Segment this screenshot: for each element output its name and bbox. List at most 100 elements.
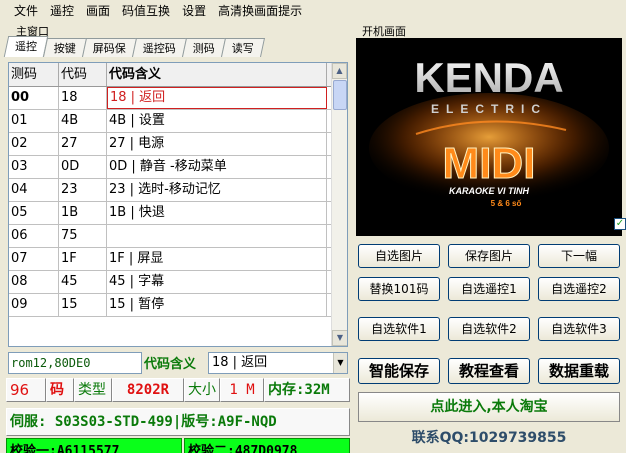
cell-code: 15 (59, 294, 107, 316)
size-label: 大小 (184, 378, 220, 402)
menu-screen[interactable]: 画面 (80, 0, 116, 22)
table-row[interactable]: 09 15 15 | 暂停 (9, 294, 347, 317)
checksum-one: 校验一:A6115577 (6, 438, 182, 453)
code-count-label: 码 (46, 378, 74, 402)
tab-remote-code[interactable]: 遥控码 (131, 38, 188, 57)
max-space-label: 最大空间 26589 (492, 220, 575, 233)
table-row[interactable]: 00 18 18 | 返回 (9, 87, 347, 110)
chevron-down-icon[interactable]: ▼ (333, 353, 347, 373)
svg-text:ELECTRIC: ELECTRIC (431, 102, 547, 116)
menu-hd-screen-tips[interactable]: 高清换画面提示 (212, 0, 308, 22)
cell-code: 4B (59, 110, 107, 132)
table-row[interactable]: 02 27 27 | 电源 (9, 133, 347, 156)
type-label: 类型 (74, 378, 112, 402)
cell-code: 18 (59, 87, 107, 109)
custom-remote-1-button[interactable]: 自选遥控1 (448, 277, 530, 301)
table-row[interactable]: 03 0D 0D | 静音 -移动菜单 (9, 156, 347, 179)
contact-qq: 联系QQ:1029739855 (411, 430, 567, 446)
cell-test-code: 04 (9, 179, 59, 201)
cell-test-code: 05 (9, 202, 59, 224)
tab-screensaver[interactable]: 屏码保 (81, 38, 138, 57)
cell-meaning[interactable] (107, 225, 327, 247)
cell-code: 75 (59, 225, 107, 247)
reload-data-button[interactable]: 数据重载 (538, 358, 620, 384)
svg-text:MIDI: MIDI (443, 139, 536, 188)
main-window-pane: 主窗口 遥控 按键 屏码保 遥控码 测码 读写 测码 代码 代码含义 00 18… (0, 22, 352, 453)
custom-remote-2-button[interactable]: 自选遥控2 (538, 277, 620, 301)
header-test-code[interactable]: 测码 (9, 63, 59, 86)
tab-keys[interactable]: 按键 (42, 38, 88, 57)
cell-meaning[interactable]: 15 | 暂停 (107, 294, 327, 316)
custom-software-3-button[interactable]: 自选软件3 (538, 317, 620, 341)
menu-file[interactable]: 文件 (8, 0, 44, 22)
table-row[interactable]: 07 1F 1F | 屏显 (9, 248, 347, 271)
rom-field[interactable]: rom12,80DE0 (8, 352, 142, 374)
menu-remote[interactable]: 遥控 (44, 0, 80, 22)
cell-meaning[interactable]: 45 | 字幕 (107, 271, 327, 293)
grid-header: 测码 代码 代码含义 (9, 63, 347, 87)
cell-test-code: 00 (9, 87, 59, 109)
code-grid[interactable]: 测码 代码 代码含义 00 18 18 | 返回 01 4B 4B | 设置 0… (8, 62, 348, 347)
menu-code-convert[interactable]: 码值互换 (116, 0, 176, 22)
cell-code: 1B (59, 202, 107, 224)
svg-text:5 & 6 số: 5 & 6 số (491, 199, 522, 208)
size-value: 1 M (220, 378, 264, 402)
code-meaning-value: 18 | 返回 (212, 355, 268, 370)
scroll-thumb[interactable] (333, 80, 347, 110)
tab-read-write[interactable]: 读写 (220, 38, 266, 57)
cell-meaning[interactable]: 27 | 电源 (107, 133, 327, 155)
startup-screen-pane: 开机画面 KENDA ELECTRIC MIDI KARAOKE VI TINH (352, 22, 626, 453)
cell-test-code: 01 (9, 110, 59, 132)
save-image-button[interactable]: 保存图片 (448, 244, 530, 268)
chip-info-row: 96 码 类型 8202R 大小 1 M 内存:32M (6, 378, 350, 402)
cell-code: 23 (59, 179, 107, 201)
code-meaning-select[interactable]: 18 | 返回 ▼ (208, 352, 348, 374)
cell-test-code: 06 (9, 225, 59, 247)
table-row[interactable]: 04 23 23 | 选时-移动记忆 (9, 179, 347, 202)
table-row[interactable]: 06 75 (9, 225, 347, 248)
table-row[interactable]: 01 4B 4B | 设置 (9, 110, 347, 133)
tab-remote[interactable]: 遥控 (3, 36, 49, 57)
scroll-up-icon[interactable]: ▲ (332, 63, 347, 79)
cell-meaning[interactable]: 18 | 返回 (107, 87, 327, 109)
cell-meaning[interactable]: 23 | 选时-移动记忆 (107, 179, 327, 201)
cell-meaning[interactable]: 1B | 快退 (107, 202, 327, 224)
table-row[interactable]: 08 45 45 | 字幕 (9, 271, 347, 294)
cell-meaning[interactable]: 1F | 屏显 (107, 248, 327, 270)
original-length-label: 原画面长度:26589字节 (356, 220, 472, 233)
tab-bar: 遥控 按键 屏码保 遥控码 测码 读写 (3, 36, 266, 58)
kenda-logo: KENDA ELECTRIC MIDI KARAOKE VI TINH 5 & … (356, 38, 622, 218)
grid-scrollbar[interactable]: ▲ ▼ (331, 63, 347, 346)
checksum-two: 校验二:487D0978 (184, 438, 350, 453)
tab-test-code[interactable]: 测码 (181, 38, 227, 57)
next-image-button[interactable]: 下一幅 (538, 244, 620, 268)
cell-code: 45 (59, 271, 107, 293)
svg-text:KARAOKE VI TINH: KARAOKE VI TINH (449, 186, 530, 196)
taobao-link-button[interactable]: 点此进入,本人淘宝 (358, 392, 620, 422)
replace-101-code-button[interactable]: 替换101码 (358, 277, 440, 301)
startup-screen-label: 开机画面 (362, 25, 406, 38)
cell-code: 1F (59, 248, 107, 270)
header-code[interactable]: 代码 (59, 63, 107, 86)
choose-image-button[interactable]: 自选图片 (358, 244, 440, 268)
cell-code: 0D (59, 156, 107, 178)
servo-version-line: 伺服: S03S03-STD-499|版号:A9F-NQD (6, 408, 350, 436)
cell-test-code: 03 (9, 156, 59, 178)
svg-text:KENDA: KENDA (414, 54, 563, 101)
checkbox[interactable]: ✓ (614, 218, 626, 230)
cell-meaning[interactable]: 4B | 设置 (107, 110, 327, 132)
view-tutorial-button[interactable]: 教程查看 (448, 358, 530, 384)
type-value: 8202R (112, 378, 184, 402)
cell-test-code: 08 (9, 271, 59, 293)
cell-test-code: 09 (9, 294, 59, 316)
cell-meaning[interactable]: 0D | 静音 -移动菜单 (107, 156, 327, 178)
table-row[interactable]: 05 1B 1B | 快退 (9, 202, 347, 225)
scroll-down-icon[interactable]: ▼ (332, 330, 347, 346)
menu-settings[interactable]: 设置 (176, 0, 212, 22)
custom-software-2-button[interactable]: 自选软件2 (448, 317, 530, 341)
header-code-meaning[interactable]: 代码含义 (107, 63, 327, 86)
menu-bar: 文件 遥控 画面 码值互换 设置 高清换画面提示 (0, 0, 626, 22)
smart-save-button[interactable]: 智能保存 (358, 358, 440, 384)
custom-software-1-button[interactable]: 自选软件1 (358, 317, 440, 341)
code-count: 96 (6, 378, 46, 402)
